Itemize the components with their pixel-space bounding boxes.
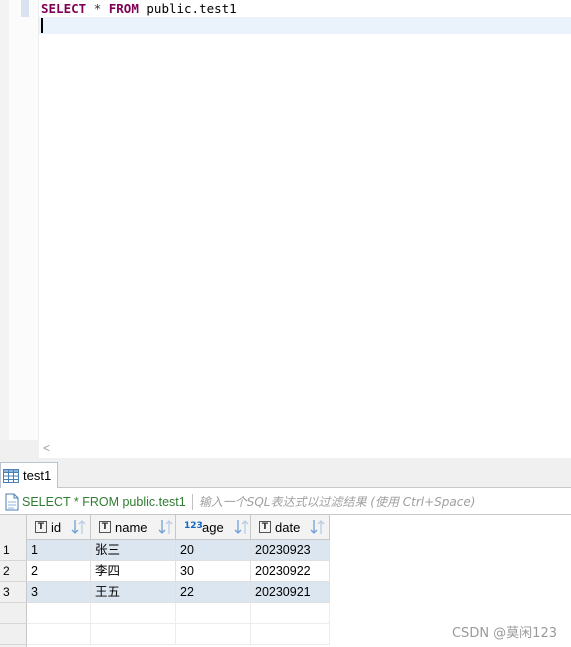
table-identifier: public.test1 xyxy=(146,1,237,16)
column-name: age xyxy=(202,519,224,535)
cell-name[interactable]: 李四 xyxy=(91,561,176,582)
code-area[interactable]: SELECT * FROM public.test1 xyxy=(39,0,571,440)
results-tab-bar: test1 xyxy=(0,458,571,488)
column-header-age[interactable]: 123 age xyxy=(176,515,251,540)
current-line-highlight xyxy=(39,17,571,34)
column-header-date[interactable]: T date xyxy=(251,515,330,540)
code-line-1[interactable]: SELECT * FROM public.test1 xyxy=(41,0,237,17)
current-line-marker xyxy=(21,0,29,17)
cell-age[interactable]: 22 xyxy=(176,582,251,603)
cell-date[interactable]: 20230921 xyxy=(251,582,330,603)
scroll-left-icon[interactable]: < xyxy=(43,441,50,455)
text-type-icon: T xyxy=(35,521,47,533)
cell-date[interactable]: 20230923 xyxy=(251,540,330,561)
cell-id[interactable]: 3 xyxy=(27,582,91,603)
watermark: CSDN @莫闲123 xyxy=(451,626,557,641)
sort-icon[interactable] xyxy=(234,518,250,536)
numeric-type-icon: 123 xyxy=(184,521,203,531)
text-caret xyxy=(41,18,43,33)
empty-cell xyxy=(27,624,91,645)
empty-cell xyxy=(91,624,176,645)
star-operator: * xyxy=(93,1,102,16)
sort-icon[interactable] xyxy=(158,518,174,536)
empty-cell xyxy=(176,603,251,624)
column-name: name xyxy=(115,519,148,535)
row-number[interactable]: 1 xyxy=(0,540,27,561)
row-number-empty xyxy=(0,624,27,645)
grid-table-icon xyxy=(3,468,19,483)
empty-cell xyxy=(27,603,91,624)
cell-id[interactable]: 2 xyxy=(27,561,91,582)
sql-editor[interactable]: SELECT * FROM public.test1 xyxy=(0,0,571,440)
editor-bottom-left xyxy=(0,440,39,458)
sort-icon[interactable] xyxy=(310,518,326,536)
keyword-select: SELECT xyxy=(41,1,87,16)
filter-input[interactable] xyxy=(198,491,571,512)
filter-bar: SELECT * FROM public.test1 xyxy=(0,489,571,515)
horizontal-scrollbar[interactable]: < xyxy=(39,440,571,458)
filter-separator xyxy=(191,493,193,510)
row-number-column: 1 2 3 xyxy=(0,515,27,647)
tab-label: test1 xyxy=(23,468,52,483)
column-header-id[interactable]: T id xyxy=(27,515,91,540)
editor-left-strip xyxy=(0,0,9,440)
cell-id[interactable]: 1 xyxy=(27,540,91,561)
cell-date[interactable]: 20230922 xyxy=(251,561,330,582)
empty-cell xyxy=(251,624,330,645)
filter-query-text[interactable]: SELECT * FROM public.test1 xyxy=(22,495,186,509)
cell-name[interactable]: 张三 xyxy=(91,540,176,561)
cell-name[interactable]: 王五 xyxy=(91,582,176,603)
cell-age[interactable]: 20 xyxy=(176,540,251,561)
sql-document-icon xyxy=(5,493,19,510)
tab-test1[interactable]: test1 xyxy=(0,462,59,488)
empty-cell xyxy=(251,603,330,624)
column-header-name[interactable]: T name xyxy=(91,515,176,540)
empty-cell xyxy=(91,603,176,624)
row-number[interactable]: 3 xyxy=(0,582,27,603)
line-gutter xyxy=(9,0,39,440)
empty-cell xyxy=(176,624,251,645)
sort-icon[interactable] xyxy=(71,518,87,536)
text-type-icon: T xyxy=(259,521,271,533)
column-name: id xyxy=(51,519,62,535)
row-number[interactable]: 2 xyxy=(0,561,27,582)
keyword-from: FROM xyxy=(108,1,139,16)
column-name: date xyxy=(275,519,301,535)
row-number-empty xyxy=(0,603,27,624)
cell-age[interactable]: 30 xyxy=(176,561,251,582)
text-type-icon: T xyxy=(99,521,111,533)
